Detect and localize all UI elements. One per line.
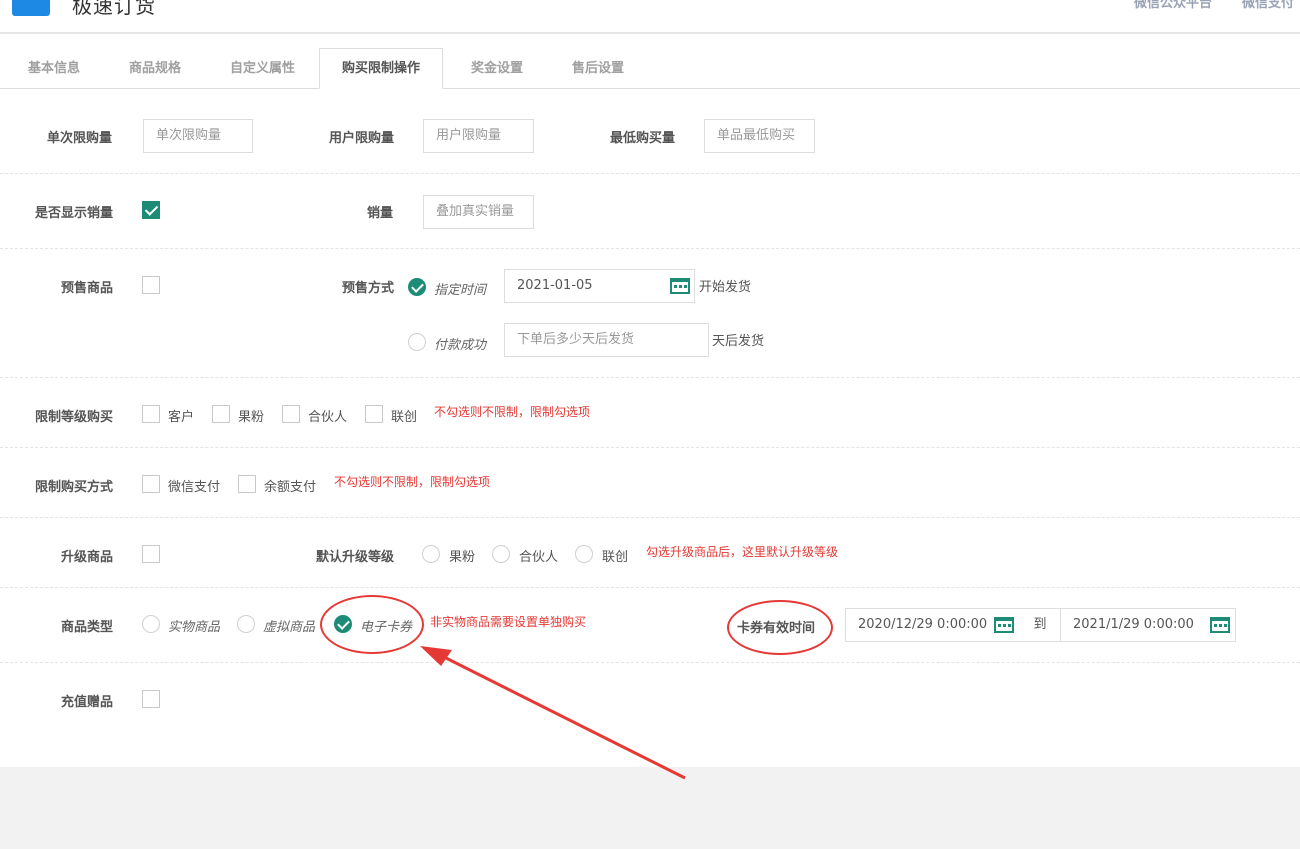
annotation-arrow — [420, 646, 686, 780]
page-root: 极速订货 微信公众平台 微信支付 基本信息 商品规格 自定义属性 购买限制操作 … — [0, 0, 1300, 780]
